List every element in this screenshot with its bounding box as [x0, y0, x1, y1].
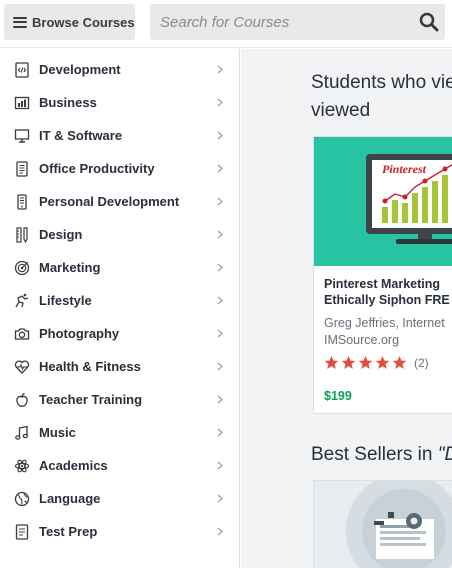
chevron-right-icon [217, 461, 223, 470]
sidebar-item-test-prep[interactable]: Test Prep [0, 515, 239, 548]
search-box [150, 4, 445, 40]
star-icon [358, 355, 373, 369]
course-author: Greg Jeffries, Internet IMSource.org [324, 315, 445, 349]
chevron-right-icon [217, 527, 223, 536]
sidebar-item-label: Office Productivity [39, 161, 155, 176]
checklist-icon [15, 524, 29, 540]
course-title-line2: Ethically Siphon FRE [324, 293, 450, 307]
chevron-right-icon [217, 395, 223, 404]
top-bar: Browse Courses [0, 0, 452, 48]
browse-courses-button[interactable]: Browse Courses [4, 4, 135, 40]
course-thumbnail: Pinterest [314, 137, 452, 266]
sidebar-item-academics[interactable]: Academics [0, 449, 239, 482]
course-title[interactable]: Pinterest Marketing Ethically Siphon FRE [324, 276, 452, 308]
cycling-icon [15, 293, 29, 308]
monitor-icon [14, 129, 30, 143]
bar-chart-icon [14, 96, 30, 110]
code-file-icon [15, 62, 29, 78]
star-icon [324, 355, 339, 369]
sidebar-item-label: Health & Fitness [39, 359, 141, 374]
hamburger-menu-icon [13, 16, 27, 28]
sidebar-item-marketing[interactable]: Marketing [0, 251, 239, 284]
best-sellers-category: "D [437, 444, 452, 465]
course-author-line1: Greg Jeffries, Internet [324, 316, 445, 330]
heartbeat-icon [14, 360, 30, 374]
sidebar-item-label: Teacher Training [39, 392, 143, 407]
sidebar-item-label: Marketing [39, 260, 101, 275]
sidebar-item-design[interactable]: Design [0, 218, 239, 251]
sidebar-item-label: Academics [39, 458, 108, 473]
apple-icon [16, 392, 28, 407]
chevron-right-icon [217, 494, 223, 503]
star-icon [392, 355, 407, 369]
chevron-right-icon [217, 230, 223, 239]
camera-icon [14, 328, 30, 340]
course-thumbnail-2 [314, 481, 452, 568]
course-title-line1: Pinterest Marketing [324, 277, 441, 291]
sidebar-item-it-software[interactable]: IT & Software [0, 119, 239, 152]
sidebar-item-health-fitness[interactable]: Health & Fitness [0, 350, 239, 383]
course-card[interactable]: Pinterest Pinterest Marketing Ethically … [313, 136, 452, 414]
pinterest-chart-illustration: Pinterest [314, 137, 452, 266]
search-icon[interactable] [419, 12, 439, 32]
sidebar-item-label: Business [39, 95, 97, 110]
category-sidebar: Development Business IT & Software Offic… [0, 49, 240, 568]
chevron-right-icon [217, 197, 223, 206]
mobile-icon [17, 194, 27, 210]
chevron-right-icon [217, 164, 223, 173]
chevron-right-icon [217, 98, 223, 107]
chevron-right-icon [217, 428, 223, 437]
sidebar-item-label: IT & Software [39, 128, 123, 143]
sidebar-item-lifestyle[interactable]: Lifestyle [0, 284, 239, 317]
star-rating: (2) [324, 355, 429, 370]
section-title-line2: viewed [311, 100, 371, 121]
document-list-icon [16, 161, 28, 177]
star-icon [375, 355, 390, 369]
sidebar-item-development[interactable]: Development [0, 53, 239, 86]
sidebar-item-office-productivity[interactable]: Office Productivity [0, 152, 239, 185]
sidebar-item-business[interactable]: Business [0, 86, 239, 119]
course-card-2[interactable] [313, 480, 452, 568]
sidebar-item-label: Music [39, 425, 76, 440]
pencil-ruler-icon [16, 227, 28, 243]
chevron-right-icon [217, 263, 223, 272]
chevron-right-icon [217, 329, 223, 338]
thumb-brand-text: Pinterest [382, 162, 427, 176]
section-title-line1: Students who vie [311, 72, 452, 93]
chevron-right-icon [217, 131, 223, 140]
sidebar-item-label: Photography [39, 326, 120, 341]
sidebar-item-label: Language [39, 491, 101, 506]
sidebar-item-label: Test Prep [39, 524, 98, 539]
sidebar-item-music[interactable]: Music [0, 416, 239, 449]
chevron-right-icon [217, 362, 223, 371]
sidebar-item-language[interactable]: Language [0, 482, 239, 515]
best-sellers-prefix: Best Sellers in [311, 444, 438, 465]
music-note-icon [15, 425, 28, 440]
sidebar-item-photography[interactable]: Photography [0, 317, 239, 350]
sidebar-item-personal-development[interactable]: Personal Development [0, 185, 239, 218]
star-icon [341, 355, 356, 369]
rating-count: (2) [414, 355, 429, 370]
sidebar-item-label: Personal Development [39, 194, 180, 209]
chevron-right-icon [217, 296, 223, 305]
sidebar-item-label: Development [39, 62, 121, 77]
best-sellers-title: Best Sellers in "D [311, 441, 452, 468]
globe-icon [14, 491, 30, 507]
course-price: $199 [324, 389, 352, 403]
sidebar-item-label: Design [39, 227, 83, 242]
atom-icon [14, 459, 30, 473]
search-input[interactable] [150, 4, 410, 40]
main-content: Students who vie viewed Pinterest Pinter… [241, 49, 452, 568]
chevron-right-icon [217, 65, 223, 74]
sidebar-item-teacher-training[interactable]: Teacher Training [0, 383, 239, 416]
sidebar-item-label: Lifestyle [39, 293, 92, 308]
target-icon [14, 260, 30, 276]
course-author-line2: IMSource.org [324, 333, 400, 347]
browse-courses-label: Browse Courses [32, 14, 135, 30]
